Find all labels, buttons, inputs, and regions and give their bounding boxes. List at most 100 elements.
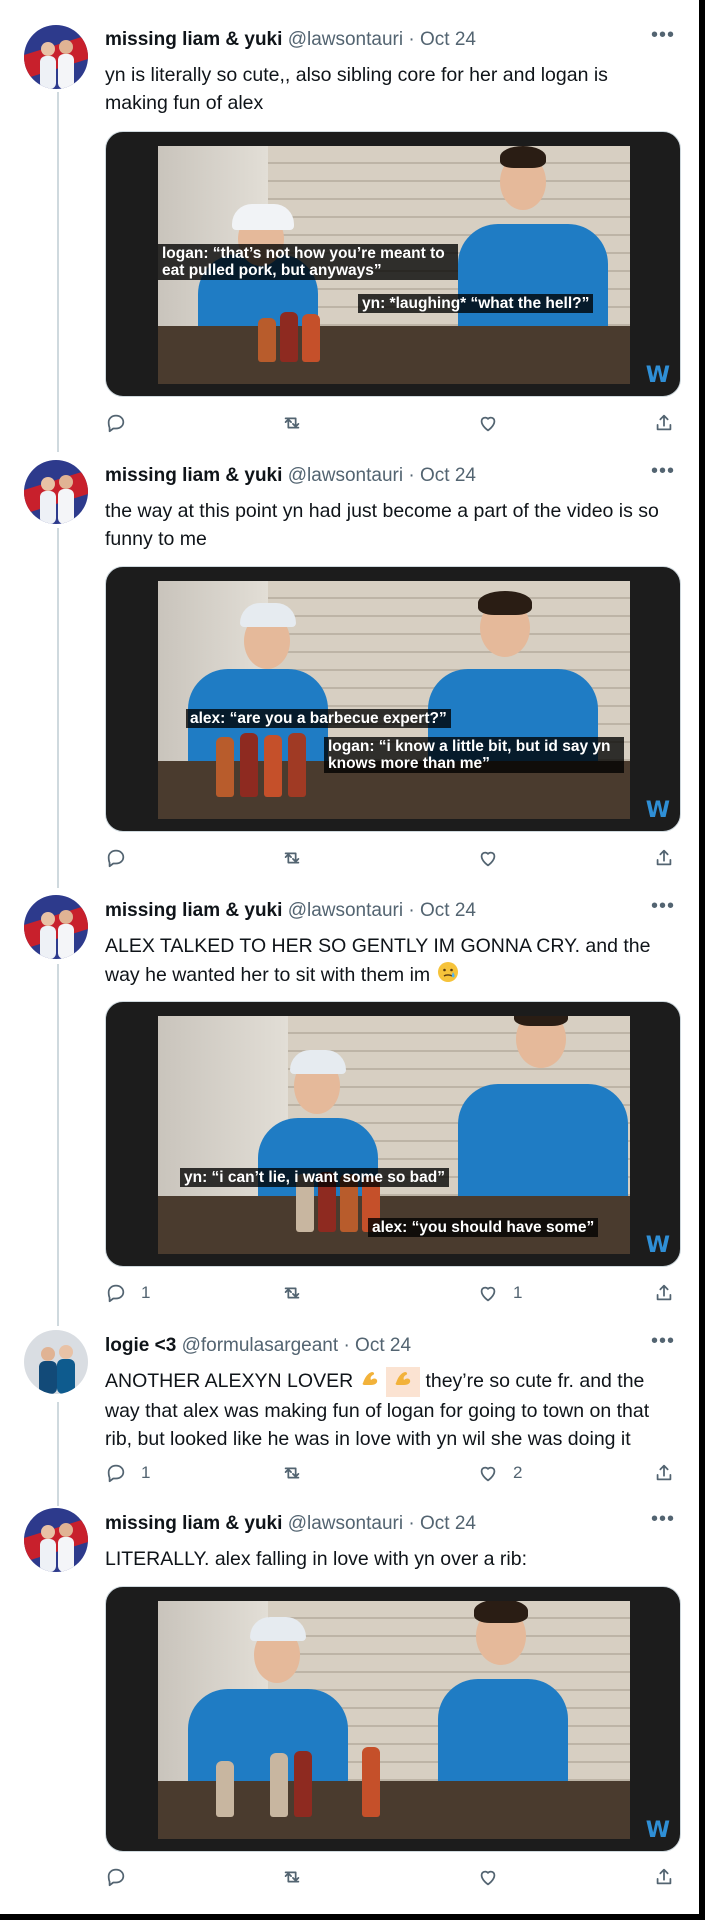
tweet-date[interactable]: Oct 24 [355,1335,411,1356]
author-name[interactable]: missing liam & yuki [105,29,282,50]
share-button[interactable] [653,412,675,434]
retweet-icon [284,417,300,429]
like-button[interactable]: 1 [477,1282,522,1304]
tweet-media[interactable]: W [105,1586,681,1852]
retweet-icon [284,852,300,864]
share-button[interactable] [653,1462,675,1484]
separator-dot: · [343,1335,350,1356]
separator-dot: · [408,29,415,50]
author-handle[interactable]: @lawsontauri [288,900,403,921]
tweet[interactable]: missing liam & yuki @lawsontauri · Oct 2… [0,436,699,872]
like-icon [480,1870,496,1886]
tweet-date[interactable]: Oct 24 [420,465,476,486]
author-name[interactable]: missing liam & yuki [105,465,282,486]
share-button[interactable] [653,1866,675,1888]
tweet-text: the way at this point yn had just become… [105,500,659,550]
author-name[interactable]: logie <3 [105,1335,176,1356]
retweet-button[interactable] [281,1462,303,1484]
share-button[interactable] [653,847,675,869]
reply-button[interactable] [105,847,141,869]
like-button[interactable] [477,412,513,434]
share-icon [656,1464,672,1481]
author-handle[interactable]: @lawsontauri [288,1513,403,1534]
tweet-text: ALEX TALKED TO HER SO GENTLY IM GONNA CR… [105,932,669,992]
share-icon [656,414,672,431]
like-button[interactable] [477,847,513,869]
tweet[interactable]: missing liam & yuki @lawsontauri · Oct 2… [0,0,699,450]
more-icon[interactable]: ••• [651,461,675,481]
crying-face-emoji-icon [436,960,460,992]
avatar[interactable] [24,460,88,524]
tweet-text: yn is literally so cute,, also sibling c… [105,64,608,114]
person [188,1601,348,1799]
reply-button[interactable] [105,412,141,434]
more-icon[interactable]: ••• [651,25,675,45]
tweet[interactable]: missing liam & yuki @lawsontauri · Oct 2… [0,1490,699,1914]
more-icon[interactable]: ••• [651,1331,675,1351]
separator-dot: · [408,900,415,921]
video-frame[interactable]: alex: “are you a barbecue expert?” logan… [158,581,630,819]
like-count: 1 [513,1283,523,1302]
avatar[interactable] [24,25,88,89]
like-count: 2 [513,1463,523,1482]
share-button[interactable] [653,1282,675,1304]
author-handle[interactable]: @formulasargeant [182,1335,339,1356]
reply-button[interactable] [105,1866,141,1888]
person [458,1016,628,1214]
retweet-icon [284,1871,300,1883]
author-name[interactable]: missing liam & yuki [105,900,282,921]
share-icon [656,1868,672,1885]
like-icon [480,416,496,432]
tweet-text: LITERALLY. alex falling in love with yn … [105,1548,527,1570]
more-icon[interactable]: ••• [651,1509,675,1529]
tweet-date[interactable]: Oct 24 [420,29,476,50]
tweet[interactable]: missing liam & yuki @lawsontauri · Oct 2… [0,871,699,1307]
author-handle[interactable]: @lawsontauri [288,29,403,50]
reply-button[interactable]: 1 [105,1462,150,1484]
retweet-button[interactable] [281,1282,303,1304]
subtitle: yn: *laughing* “what the hell?” [358,294,594,313]
tweet-media[interactable]: logan: “that’s not how you’re meant to e… [105,131,681,397]
retweet-button[interactable] [281,847,303,869]
person [438,1601,568,1799]
tweet-date[interactable]: Oct 24 [420,900,476,921]
tweet-date[interactable]: Oct 24 [420,1513,476,1534]
more-icon[interactable]: ••• [651,896,675,916]
reply-count: 1 [141,1283,151,1302]
author-handle[interactable]: @lawsontauri [288,465,403,486]
video-frame[interactable]: yn: “i can’t lie, i want some so bad” al… [158,1016,630,1254]
subtitle: logan: “i know a little bit, but id say … [324,737,624,773]
flexed-biceps-icon [386,1367,421,1397]
like-icon [480,851,496,867]
retweet-button[interactable] [281,1866,303,1888]
like-button[interactable]: 2 [477,1462,522,1484]
williams-logo: W [645,798,670,823]
avatar[interactable] [24,895,88,959]
tweet-text-segment: ANOTHER ALEXYN LOVER [105,1370,354,1393]
video-frame[interactable]: logan: “that’s not how you’re meant to e… [158,146,630,384]
reply-icon [107,1284,125,1303]
tweet[interactable]: logie <3 @formulasargeant · Oct 24 ••• A… [0,1306,699,1500]
like-icon [480,1286,496,1302]
retweet-button[interactable] [281,412,303,434]
tweet-text-line: ALEX TALKED TO HER SO GENTLY IM GONNA CR… [105,935,651,957]
williams-logo: W [645,363,670,388]
share-icon [656,1284,672,1301]
author-name[interactable]: missing liam & yuki [105,1513,282,1534]
avatar[interactable] [24,1508,88,1572]
reply-button[interactable]: 1 [105,1282,150,1304]
reply-icon [107,414,125,433]
tweet-media[interactable]: yn: “i can’t lie, i want some so bad” al… [105,1001,681,1267]
reply-count: 1 [141,1463,151,1482]
williams-logo: W [645,1233,670,1258]
subtitle: alex: “you should have some” [368,1218,599,1237]
avatar[interactable] [24,1330,88,1394]
timeline: missing liam & yuki @lawsontauri · Oct 2… [0,0,705,1920]
video-frame[interactable] [158,1601,630,1839]
retweet-icon [284,1467,300,1479]
tweet-text-line: way he wanted her to sit with them im [105,964,431,987]
person [458,146,608,344]
like-button[interactable] [477,1866,513,1888]
tweet-media[interactable]: alex: “are you a barbecue expert?” logan… [105,566,681,832]
person [188,589,328,779]
